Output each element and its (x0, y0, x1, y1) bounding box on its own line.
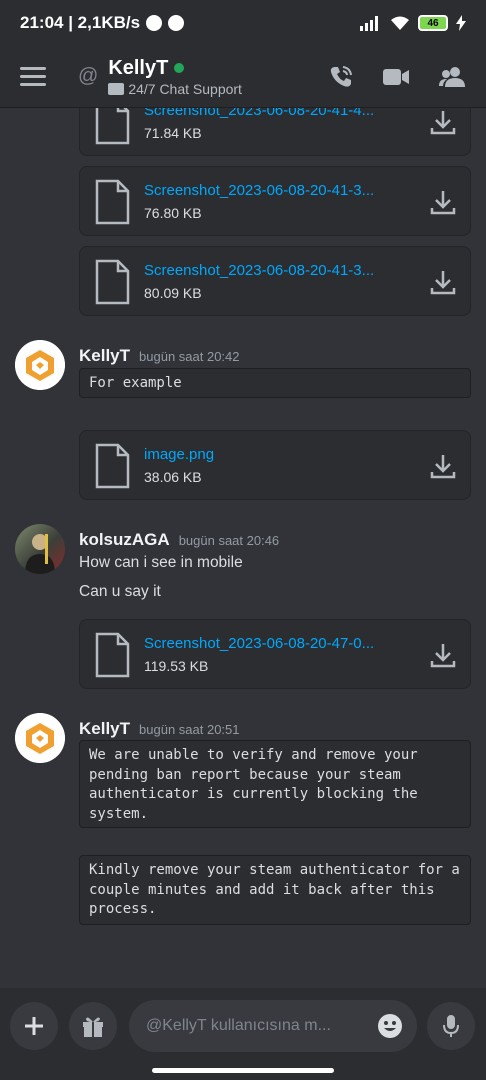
status-time-speed: 21:04 | 2,1KB/s (20, 13, 141, 32)
attachment-name[interactable]: image.png (144, 446, 416, 463)
avatar-logo-icon (15, 713, 65, 763)
attachment-name[interactable]: Screenshot_2023-06-08-20-41-4... (144, 108, 416, 119)
avatar[interactable] (15, 713, 65, 763)
add-attachment-button[interactable] (10, 1002, 58, 1050)
message-header: KellyT bugün saat 20:42 (79, 346, 240, 366)
message-input[interactable] (146, 1017, 364, 1035)
chat-header: @ KellyT 24/7 Chat Support (0, 46, 486, 108)
code-block: We are unable to verify and remove your … (79, 740, 471, 828)
attachment-size: 119.53 KB (144, 658, 209, 674)
members-icon[interactable] (438, 65, 466, 89)
header-status-text: 24/7 Chat Support (128, 80, 242, 97)
header-user[interactable]: KellyT 24/7 Chat Support (108, 57, 242, 97)
message-list[interactable]: Screenshot_2023-06-08-20-41-4... 71.84 K… (0, 108, 486, 988)
app-notification-icon (146, 15, 163, 31)
message-text: Can u say it (79, 583, 161, 600)
status-time: 21:04 | 2,1KB/s (20, 13, 185, 33)
charging-icon (456, 15, 466, 31)
battery-level: 46 (427, 17, 439, 29)
voice-message-button[interactable] (427, 1002, 475, 1050)
message-header: kolsuzAGA bugün saat 20:46 (79, 530, 279, 550)
gift-button[interactable] (69, 1002, 117, 1050)
message-composer (0, 988, 486, 1080)
online-status-icon (174, 63, 185, 73)
microphone-icon (443, 1015, 459, 1037)
message-timestamp: bugün saat 20:42 (139, 349, 240, 364)
avatar-logo-icon (15, 340, 65, 390)
avatar[interactable] (15, 524, 65, 574)
battery-icon: 46 (418, 15, 448, 31)
video-icon[interactable] (382, 66, 410, 88)
signal-icon (360, 16, 378, 31)
attachment-card[interactable]: Screenshot_2023-06-08-20-41-3... 80.09 K… (79, 246, 471, 316)
menu-icon[interactable] (20, 67, 46, 86)
header-username: KellyT (108, 56, 169, 79)
attachment-size: 38.06 KB (144, 469, 202, 485)
download-icon[interactable] (430, 453, 456, 479)
emoji-icon[interactable] (377, 1013, 403, 1039)
call-icon[interactable] (328, 64, 354, 90)
download-icon[interactable] (430, 189, 456, 215)
file-icon (95, 108, 130, 145)
attachment-card[interactable]: Screenshot_2023-06-08-20-41-4... 71.84 K… (79, 108, 471, 156)
code-block: Kindly remove your steam authenticator f… (79, 855, 471, 925)
message-timestamp: bugün saat 20:51 (139, 722, 240, 737)
gift-icon (83, 1017, 103, 1037)
attachment-size: 80.09 KB (144, 285, 202, 301)
message-timestamp: bugün saat 20:46 (178, 533, 280, 548)
attachment-size: 76.80 KB (144, 205, 202, 221)
mailbox-icon (108, 82, 125, 95)
message-author[interactable]: KellyT (79, 346, 130, 366)
download-icon[interactable] (430, 269, 456, 295)
message-text: How can i see in mobile (79, 554, 243, 571)
file-icon (95, 443, 130, 489)
header-actions (328, 64, 466, 90)
download-icon[interactable] (430, 642, 456, 668)
message-header: KellyT bugün saat 20:51 (79, 719, 240, 739)
file-icon (95, 179, 130, 225)
download-icon[interactable] (430, 109, 456, 135)
file-icon (95, 259, 130, 305)
message-author[interactable]: kolsuzAGA (79, 530, 170, 550)
blocked-notification-icon (168, 15, 185, 31)
attachment-name[interactable]: Screenshot_2023-06-08-20-41-3... (144, 262, 416, 279)
avatar[interactable] (15, 340, 65, 390)
message-author[interactable]: KellyT (79, 719, 130, 739)
attachment-name[interactable]: Screenshot_2023-06-08-20-47-0... (144, 635, 416, 652)
wifi-icon (391, 16, 409, 30)
attachment-size: 71.84 KB (144, 125, 202, 141)
attachment-card[interactable]: Screenshot_2023-06-08-20-47-0... 119.53 … (79, 619, 471, 689)
status-bar: 21:04 | 2,1KB/s 46 (0, 0, 486, 46)
file-icon (95, 632, 130, 678)
home-indicator[interactable] (152, 1068, 334, 1073)
attachment-card[interactable]: Screenshot_2023-06-08-20-41-3... 76.80 K… (79, 166, 471, 236)
avatar-photo-icon (25, 534, 55, 574)
attachment-card[interactable]: image.png 38.06 KB (79, 430, 471, 500)
attachment-name[interactable]: Screenshot_2023-06-08-20-41-3... (144, 182, 416, 199)
code-block: For example (79, 368, 471, 398)
plus-icon (25, 1017, 43, 1035)
at-icon: @ (78, 65, 99, 87)
message-input-wrapper (129, 1000, 417, 1052)
status-icons: 46 (360, 15, 466, 31)
